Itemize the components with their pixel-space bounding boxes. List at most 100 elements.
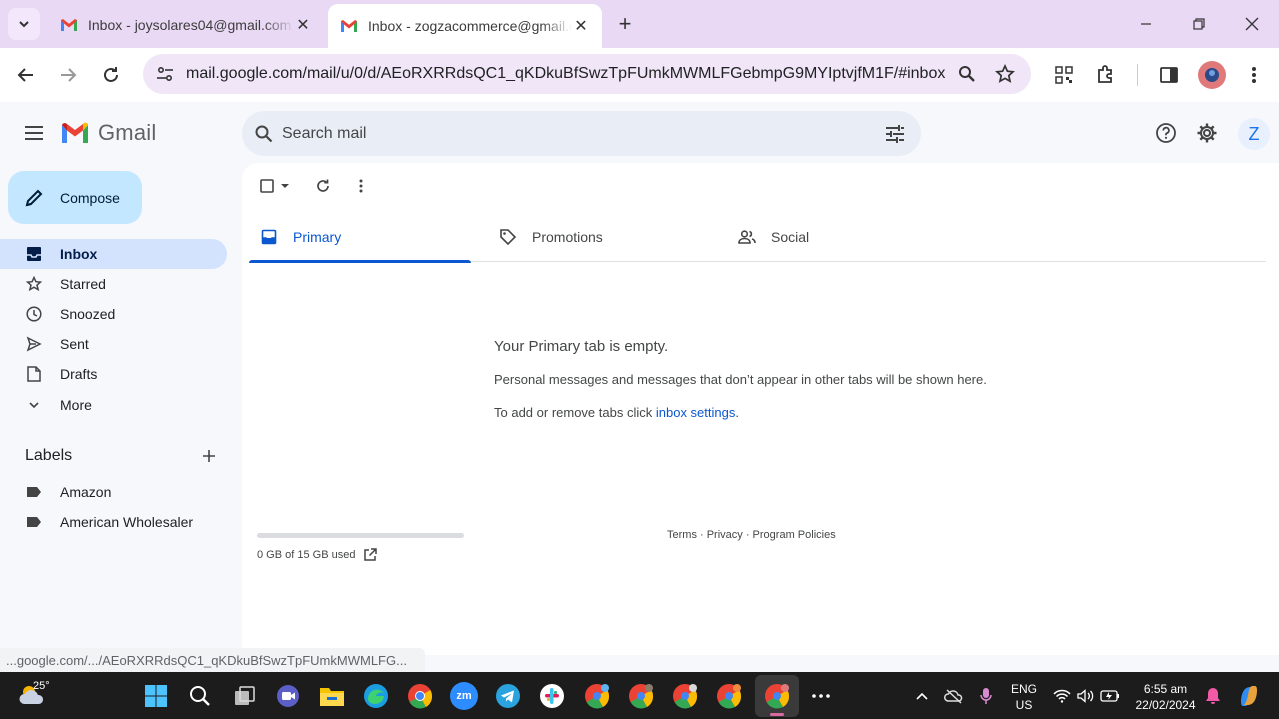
people-icon [737, 227, 757, 247]
more-actions-button[interactable] [350, 175, 372, 197]
zoom-app-icon: zm [456, 690, 472, 702]
sidebar-label-american-wholesaler[interactable]: American Wholesaler [0, 507, 227, 537]
open-in-new-icon[interactable] [363, 548, 378, 562]
zoom-icon[interactable] [955, 62, 979, 86]
storage-usage-text: 0 GB of 15 GB used [257, 549, 356, 561]
sidebar-item-more[interactable]: More [0, 390, 227, 420]
task-view-button[interactable] [231, 682, 259, 710]
taskbar-chrome-profile-4[interactable] [715, 682, 743, 710]
gmail-logo[interactable]: Gmail [60, 120, 156, 146]
taskbar-chrome-profile-3[interactable] [671, 682, 699, 710]
taskbar-meet-app[interactable] [274, 682, 302, 710]
tab-title: Inbox - zogzacommerce@gmail.com [368, 18, 572, 34]
browser-menu-button[interactable] [1239, 60, 1269, 90]
browser-tab-2-active[interactable]: Inbox - zogzacommerce@gmail.com ✕ [328, 4, 602, 48]
chevron-up-icon [916, 692, 928, 700]
sidebar-item-inbox[interactable]: Inbox [0, 239, 227, 269]
refresh-button[interactable] [312, 175, 334, 197]
close-tab-icon[interactable]: ✕ [572, 17, 590, 35]
storage-progress-bar [257, 533, 464, 538]
taskbar-chrome-profile-2[interactable] [627, 682, 655, 710]
copilot-button[interactable] [1235, 682, 1263, 710]
taskbar-chrome[interactable] [406, 682, 434, 710]
battery-tray-icon[interactable] [1096, 682, 1124, 710]
storage-usage[interactable]: 0 GB of 15 GB used [257, 548, 378, 562]
close-tab-icon[interactable]: ✕ [294, 16, 312, 34]
forward-button[interactable] [53, 60, 83, 90]
qr-code-icon [1055, 66, 1073, 84]
inbox-icon [259, 227, 279, 247]
account-avatar[interactable]: Z [1238, 118, 1270, 150]
minimize-button[interactable] [1126, 8, 1166, 40]
search-icon[interactable] [252, 122, 276, 146]
restore-icon [1193, 18, 1205, 30]
browser-profile-avatar[interactable] [1198, 61, 1226, 89]
back-button[interactable] [11, 60, 41, 90]
compose-button[interactable]: Compose [8, 171, 142, 224]
qr-code-button[interactable] [1049, 60, 1079, 90]
clock-icon [24, 304, 44, 324]
side-panel-button[interactable] [1154, 60, 1184, 90]
taskbar-file-explorer[interactable] [318, 682, 346, 710]
language-indicator[interactable]: ENG US [1004, 681, 1044, 713]
tab-social[interactable]: Social [727, 211, 949, 262]
search-options-icon[interactable] [883, 122, 907, 146]
plus-icon [203, 450, 215, 462]
inbox-settings-link[interactable]: inbox settings [656, 405, 736, 420]
notifications-button[interactable] [1199, 682, 1227, 710]
cloud-offline-icon [944, 689, 963, 704]
reload-button[interactable] [96, 60, 126, 90]
chrome-icon [673, 684, 698, 709]
footer-links[interactable]: Terms · Privacy · Program Policies [667, 529, 836, 541]
sidebar-item-starred[interactable]: Starred [0, 269, 227, 299]
browser-tab-1[interactable]: Inbox - joysolares04@gmail.com ✕ [48, 8, 324, 42]
close-window-button[interactable] [1232, 8, 1272, 40]
support-button[interactable] [1152, 119, 1180, 147]
chrome-icon [408, 684, 433, 709]
search-input[interactable] [282, 121, 862, 147]
restore-button[interactable] [1179, 8, 1219, 40]
minimize-icon [1141, 23, 1151, 25]
start-button[interactable] [142, 682, 170, 710]
empty-state-description: Personal messages and messages that don’… [494, 372, 987, 387]
taskbar-chrome-profile-1[interactable] [583, 682, 611, 710]
main-menu-button[interactable] [20, 119, 48, 147]
onedrive-tray-icon[interactable] [940, 682, 968, 710]
chrome-icon [717, 684, 742, 709]
url-text[interactable]: mail.google.com/mail/u/0/d/AEoRXRRdsQC1_… [186, 65, 951, 83]
tab-promotions[interactable]: Promotions [488, 211, 710, 262]
sidebar-label-amazon[interactable]: Amazon [0, 477, 227, 507]
sidebar-item-drafts[interactable]: Drafts [0, 359, 227, 389]
side-panel-icon [1160, 67, 1178, 83]
settings-button[interactable] [1193, 119, 1221, 147]
extensions-button[interactable] [1091, 60, 1121, 90]
taskbar-search-button[interactable] [186, 682, 214, 710]
taskbar-telegram[interactable] [494, 682, 522, 710]
draft-icon [24, 364, 44, 384]
select-all-checkbox[interactable] [258, 175, 292, 197]
tab-search-button[interactable] [8, 8, 40, 40]
new-tab-button[interactable]: + [612, 11, 638, 37]
sidebar-item-sent[interactable]: Sent [0, 329, 227, 359]
taskbar: 25° zm ENG US 6:55 am 22/02/2024 [0, 672, 1279, 719]
taskbar-zoom[interactable]: zm [450, 682, 478, 710]
show-hidden-icons-button[interactable] [908, 682, 936, 710]
taskbar-overflow-button[interactable] [807, 682, 835, 710]
taskbar-edge[interactable] [362, 682, 390, 710]
inbox-icon [24, 244, 44, 264]
refresh-icon [317, 179, 329, 192]
tab-primary[interactable]: Primary [249, 211, 471, 263]
chrome-icon [585, 684, 610, 709]
tab-label: Promotions [532, 228, 603, 245]
microphone-tray-icon[interactable] [972, 682, 1000, 710]
bookmark-star-icon[interactable] [993, 62, 1017, 86]
create-label-button[interactable] [199, 446, 219, 466]
clock[interactable]: 6:55 am 22/02/2024 [1128, 681, 1203, 713]
site-info-icon[interactable] [153, 62, 177, 86]
taskbar-slack[interactable] [538, 682, 566, 710]
sidebar-item-snoozed[interactable]: Snoozed [0, 299, 227, 329]
address-bar[interactable]: mail.google.com/mail/u/0/d/AEoRXRRdsQC1_… [143, 54, 1031, 94]
more-horizontal-icon [812, 694, 830, 698]
taskbar-chrome-active[interactable] [763, 682, 791, 710]
copilot-icon [1241, 686, 1257, 706]
